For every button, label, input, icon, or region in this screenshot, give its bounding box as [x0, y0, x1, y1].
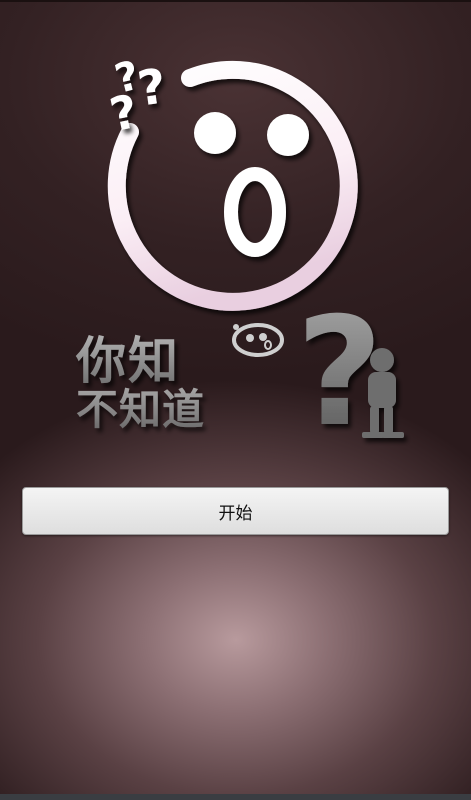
bottom-bar [0, 794, 471, 800]
logo-title: 你知 不知道 [75, 332, 205, 434]
start-button-label: 开始 [218, 503, 253, 524]
start-button[interactable]: 开始 [22, 487, 449, 535]
app-screen: ? ? ? 你知 不知道 ? 开始 [0, 0, 471, 800]
svg-text:你知: 你知 [75, 332, 180, 390]
small-face-icon [232, 323, 284, 357]
svg-text:不知道: 不知道 [76, 385, 205, 434]
question-marks-icon: ? ? ? [105, 53, 169, 142]
app-logo: ? ? ? 你知 不知道 ? [75, 53, 404, 460]
